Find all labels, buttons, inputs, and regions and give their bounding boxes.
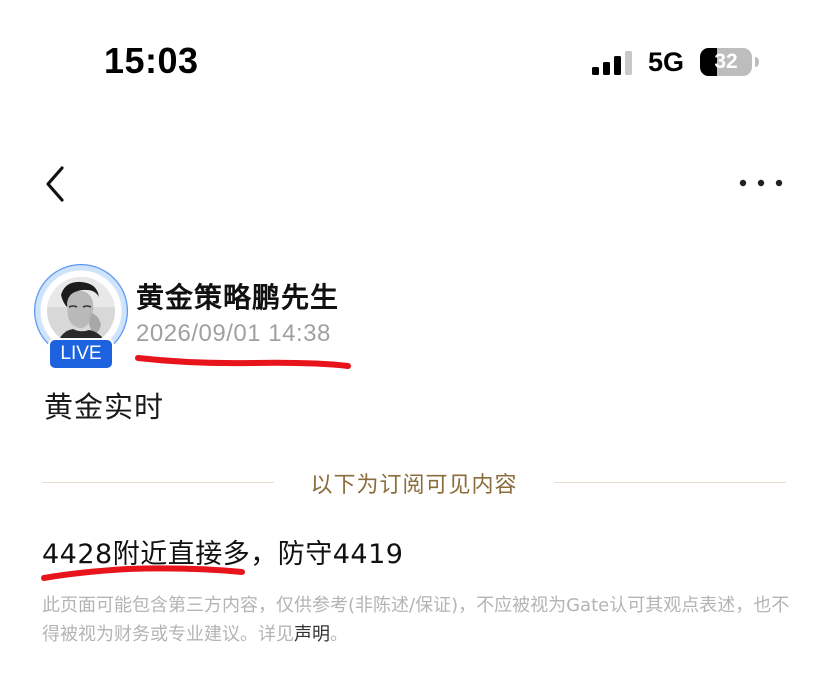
more-horizontal-icon [739, 179, 783, 187]
red-underline-annotation [135, 355, 351, 369]
cellular-signal-icon [592, 51, 632, 75]
disclaimer-text: 此页面可能包含第三方内容，仅供参考(非陈述/保证)，不应被视为Gate认可其观点… [42, 595, 790, 645]
more-options-button[interactable] [736, 170, 786, 196]
disclaimer: 此页面可能包含第三方内容，仅供参考(非陈述/保证)，不应被视为Gate认可其观点… [42, 591, 792, 649]
divider-right [554, 482, 786, 483]
avatar [47, 277, 115, 345]
divider-left [42, 482, 274, 483]
author-name[interactable]: 黄金策略鹏先生 [136, 276, 339, 316]
disclaimer-link[interactable]: 声明 [294, 624, 330, 645]
chevron-left-icon [46, 166, 64, 202]
red-underline-annotation [41, 565, 245, 581]
live-badge: LIVE [48, 338, 114, 370]
network-type: 5G [648, 47, 685, 77]
battery-percent: 32 [714, 50, 738, 73]
status-time: 15:03 [104, 40, 199, 81]
post-timestamp: 2026/09/01 14:38 [136, 320, 331, 347]
back-button[interactable] [40, 162, 76, 206]
disclaimer-end: 。 [330, 624, 348, 645]
post-title: 黄金实时 [44, 390, 165, 424]
subscriber-only-label: 以下为订阅可见内容 [310, 473, 518, 498]
article-screen: 15:03 5G 32 LIVE 黄金策略鹏先生 2026/09/01 14:3… [0, 0, 828, 674]
